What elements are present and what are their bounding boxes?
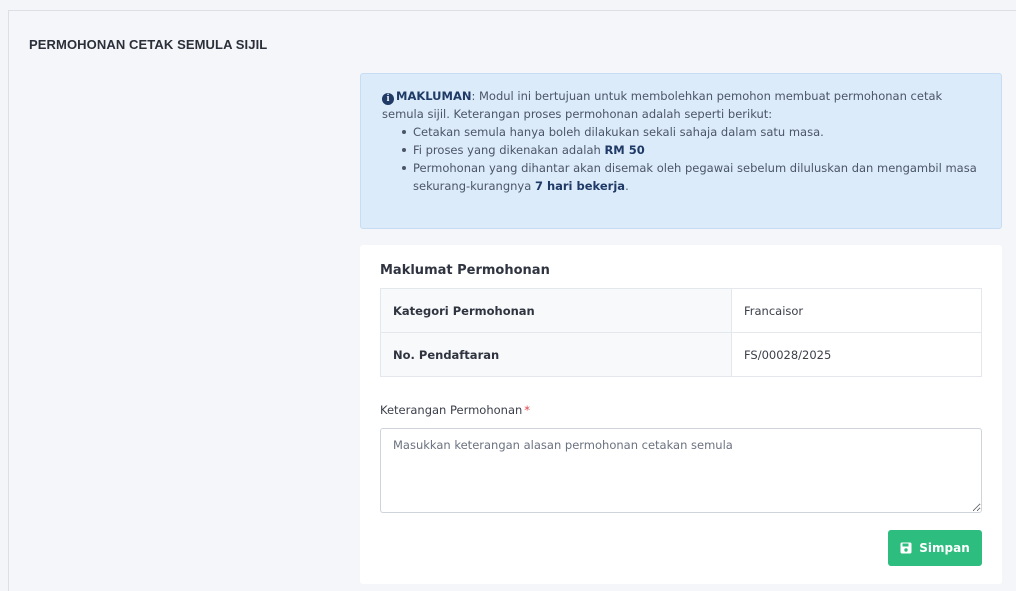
remark-textarea[interactable]: [380, 428, 982, 513]
application-form-card: Maklumat Permohonan Kategori Permohonan …: [360, 245, 1002, 584]
required-indicator: *: [524, 403, 531, 417]
save-button-label: Simpan: [919, 541, 970, 555]
notice-bullet-text: Fi proses yang dikenakan adalah: [413, 143, 605, 157]
detail-value: FS/00028/2025: [731, 332, 982, 377]
notice-bullet-text: Cetakan semula hanya boleh dilakukan sek…: [413, 125, 824, 139]
table-row: Kategori Permohonan Francaisor: [380, 288, 982, 333]
page-title: PERMOHONAN CETAK SEMULA SIJIL: [29, 37, 268, 52]
floppy-disk-icon: [900, 542, 912, 554]
notice-intro: i MAKLUMAN: Modul ini bertujuan untuk mem…: [382, 87, 981, 123]
notice-bullet-suffix: .: [625, 179, 629, 193]
notice-label: MAKLUMAN: [396, 89, 472, 103]
info-circle-icon: i: [382, 93, 394, 105]
fee-amount: RM 50: [604, 143, 645, 157]
remark-label-text: Keterangan Permohonan: [380, 403, 523, 417]
section-title: Maklumat Permohonan: [380, 263, 550, 278]
detail-value: Francaisor: [731, 288, 982, 333]
main-panel: PERMOHONAN CETAK SEMULA SIJIL i MAKLUMAN:…: [8, 10, 1016, 591]
notice-bullet: Fi proses yang dikenakan adalah RM 50: [402, 141, 981, 159]
notice-bullet: Cetakan semula hanya boleh dilakukan sek…: [402, 123, 981, 141]
remark-label: Keterangan Permohonan *: [380, 403, 530, 417]
notice-bullet-text: Permohonan yang dihantar akan disemak ol…: [413, 161, 977, 193]
save-button[interactable]: Simpan: [888, 530, 982, 566]
notice-list: Cetakan semula hanya boleh dilakukan sek…: [402, 123, 981, 195]
info-notice: i MAKLUMAN: Modul ini bertujuan untuk mem…: [360, 73, 1002, 229]
table-row: No. Pendaftaran FS/00028/2025: [380, 332, 982, 377]
application-details-table: Kategori Permohonan Francaisor No. Penda…: [380, 288, 982, 377]
detail-label: No. Pendaftaran: [380, 332, 732, 377]
detail-label: Kategori Permohonan: [380, 288, 732, 333]
processing-duration: 7 hari bekerja: [534, 179, 626, 193]
notice-bullet: Permohonan yang dihantar akan disemak ol…: [402, 159, 981, 195]
